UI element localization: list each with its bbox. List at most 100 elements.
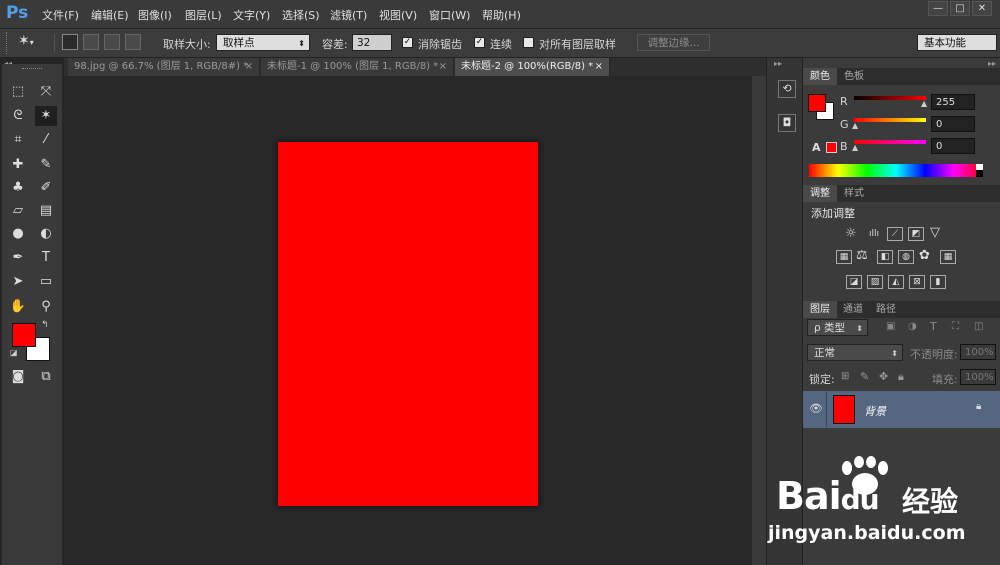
gradient-tool-icon[interactable]: ▤ bbox=[35, 201, 57, 221]
brush-tool-icon[interactable]: ✎ bbox=[35, 155, 57, 175]
eyedropper-tool-icon[interactable]: ⁄ bbox=[35, 130, 57, 150]
document-tab-98jpg[interactable]: 98.jpg @ 66.7% (图层 1, RGB/8#) * × bbox=[68, 58, 260, 76]
invert-icon[interactable]: ◪ bbox=[846, 275, 862, 289]
blue-slider[interactable] bbox=[854, 140, 926, 144]
green-slider[interactable] bbox=[854, 118, 926, 122]
lock-all-icon[interactable]: 🔒︎ bbox=[898, 370, 904, 384]
dodge-tool-icon[interactable]: ◐ bbox=[35, 224, 57, 244]
filter-pixel-icon[interactable]: ▣ bbox=[886, 321, 895, 332]
layer-name[interactable]: 背景 bbox=[864, 403, 886, 419]
tab-styles[interactable]: 样式 bbox=[837, 185, 871, 202]
black-white-icon[interactable]: ◧ bbox=[877, 250, 893, 264]
close-tab-icon[interactable]: × bbox=[245, 58, 253, 76]
selective-color-icon[interactable]: ⊠ bbox=[909, 275, 925, 289]
quick-mask-icon[interactable]: ◙ bbox=[7, 367, 29, 387]
zoom-tool-icon[interactable]: ⚲ bbox=[35, 297, 57, 317]
menu-layer[interactable]: 图层(L) bbox=[185, 7, 222, 23]
document-canvas[interactable] bbox=[278, 142, 538, 506]
history-panel-icon[interactable]: ⟲ bbox=[778, 80, 796, 98]
tolerance-input[interactable]: 32 bbox=[352, 34, 392, 51]
close-tab-icon[interactable]: × bbox=[595, 58, 603, 76]
menu-select[interactable]: 选择(S) bbox=[282, 7, 320, 23]
screen-mode-icon[interactable]: ⧉ bbox=[35, 367, 57, 387]
pen-tool-icon[interactable]: ✒ bbox=[7, 248, 29, 268]
black-chip[interactable] bbox=[976, 170, 983, 177]
curves-icon[interactable]: ⟋ bbox=[887, 227, 903, 241]
maximize-button[interactable]: □ bbox=[950, 1, 970, 16]
crop-tool-icon[interactable]: ⌗ bbox=[7, 130, 29, 150]
swap-colors-icon[interactable]: ↰ bbox=[41, 320, 49, 330]
layer-filter-dropdown[interactable]: ρ 类型 ⬍ bbox=[807, 319, 868, 336]
hand-tool-icon[interactable]: ✋ bbox=[7, 297, 29, 317]
levels-icon[interactable]: ıllı bbox=[866, 228, 882, 242]
photo-filter-icon[interactable]: ◍ bbox=[898, 250, 914, 264]
refine-edge-button[interactable]: 调整边缘... bbox=[637, 34, 710, 51]
move-tool-icon[interactable]: ⤧ bbox=[35, 82, 57, 102]
expand-dock-icon[interactable]: ▸▸ bbox=[988, 59, 996, 68]
blend-mode-dropdown[interactable]: 正常 ⬍ bbox=[807, 344, 903, 361]
menu-filter[interactable]: 滤镜(T) bbox=[330, 7, 367, 23]
color-lookup-icon[interactable]: ▦ bbox=[940, 250, 956, 264]
slider-thumb-icon[interactable]: ▲ bbox=[921, 99, 927, 108]
close-tab-icon[interactable]: × bbox=[439, 58, 447, 76]
tab-adjustments[interactable]: 调整 bbox=[803, 185, 837, 202]
vertical-scrollbar[interactable] bbox=[752, 76, 766, 565]
posterize-icon[interactable]: ▨ bbox=[867, 275, 883, 289]
type-tool-icon[interactable]: T bbox=[35, 248, 57, 268]
gamut-color-chip[interactable] bbox=[826, 142, 837, 153]
color-spectrum-ramp[interactable] bbox=[809, 164, 983, 177]
fill-input[interactable]: 100% bbox=[960, 369, 996, 385]
path-selection-tool-icon[interactable]: ➤ bbox=[7, 272, 29, 292]
red-value-input[interactable]: 255 bbox=[931, 94, 975, 110]
add-to-selection-icon[interactable] bbox=[83, 34, 99, 50]
hue-saturation-icon[interactable]: ▦ bbox=[836, 250, 852, 264]
channel-mixer-icon[interactable]: ✿ bbox=[919, 248, 930, 263]
menu-image[interactable]: 图像(I) bbox=[138, 7, 172, 23]
tab-paths[interactable]: 路径 bbox=[869, 301, 903, 318]
clone-stamp-tool-icon[interactable]: ♣ bbox=[7, 178, 29, 198]
workspace-dropdown[interactable]: 基本功能 bbox=[917, 34, 997, 51]
menu-type[interactable]: 文字(Y) bbox=[233, 7, 270, 23]
menu-help[interactable]: 帮助(H) bbox=[482, 7, 521, 23]
brightness-contrast-icon[interactable]: ☼ bbox=[845, 226, 857, 241]
properties-panel-icon[interactable]: ◘ bbox=[778, 114, 796, 132]
healing-brush-tool-icon[interactable]: ✚ bbox=[7, 155, 29, 175]
minimize-button[interactable]: — bbox=[928, 1, 948, 16]
intersect-selection-icon[interactable] bbox=[125, 34, 141, 50]
filter-adjustment-icon[interactable]: ◑ bbox=[908, 321, 917, 332]
magic-wand-preset-icon[interactable]: ✶▾ bbox=[18, 33, 34, 49]
document-tab-untitled-2[interactable]: 未标题-2 @ 100%(RGB/8) * × bbox=[455, 58, 610, 76]
close-window-button[interactable]: ✕ bbox=[972, 1, 992, 16]
default-colors-icon[interactable]: ◪ bbox=[10, 348, 18, 357]
lock-position-icon[interactable]: ✥ bbox=[879, 370, 888, 383]
rectangle-tool-icon[interactable]: ▭ bbox=[35, 272, 57, 292]
sample-size-dropdown[interactable]: 取样点 ⬍ bbox=[216, 34, 310, 51]
slider-thumb-icon[interactable]: ▲ bbox=[852, 143, 858, 152]
new-selection-icon[interactable] bbox=[62, 34, 78, 50]
tab-channels[interactable]: 通道 bbox=[836, 301, 870, 318]
panel-foreground-swatch[interactable] bbox=[808, 94, 826, 112]
lock-image-icon[interactable]: ✎ bbox=[860, 370, 869, 383]
blur-tool-icon[interactable]: ● bbox=[7, 224, 29, 244]
blue-value-input[interactable]: 0 bbox=[931, 138, 975, 154]
filter-smart-object-icon[interactable]: ◫ bbox=[974, 321, 983, 332]
gradient-map-icon[interactable]: ▮ bbox=[930, 275, 946, 289]
layer-thumbnail[interactable] bbox=[833, 395, 855, 424]
tab-swatches[interactable]: 色板 bbox=[837, 68, 871, 85]
eraser-tool-icon[interactable]: ▱ bbox=[7, 201, 29, 221]
color-balance-icon[interactable]: ⚖ bbox=[856, 248, 868, 263]
anti-alias-checkbox[interactable]: ✓ bbox=[402, 37, 413, 48]
history-brush-tool-icon[interactable]: ✐ bbox=[35, 178, 57, 198]
contiguous-checkbox[interactable]: ✓ bbox=[474, 37, 485, 48]
options-bar-grip[interactable] bbox=[6, 32, 10, 54]
menu-file[interactable]: 文件(F) bbox=[42, 7, 79, 23]
exposure-icon[interactable]: ◩ bbox=[908, 227, 924, 241]
lock-transparent-icon[interactable]: ⊞ bbox=[841, 371, 849, 382]
foreground-color-swatch[interactable] bbox=[12, 323, 36, 347]
subtract-from-selection-icon[interactable] bbox=[104, 34, 120, 50]
red-slider[interactable] bbox=[854, 96, 926, 100]
threshold-icon[interactable]: ◭ bbox=[888, 275, 904, 289]
tab-color[interactable]: 颜色 bbox=[803, 68, 837, 85]
opacity-input[interactable]: 100% bbox=[960, 344, 996, 360]
lasso-tool-icon[interactable]: ᘓ bbox=[7, 106, 29, 126]
